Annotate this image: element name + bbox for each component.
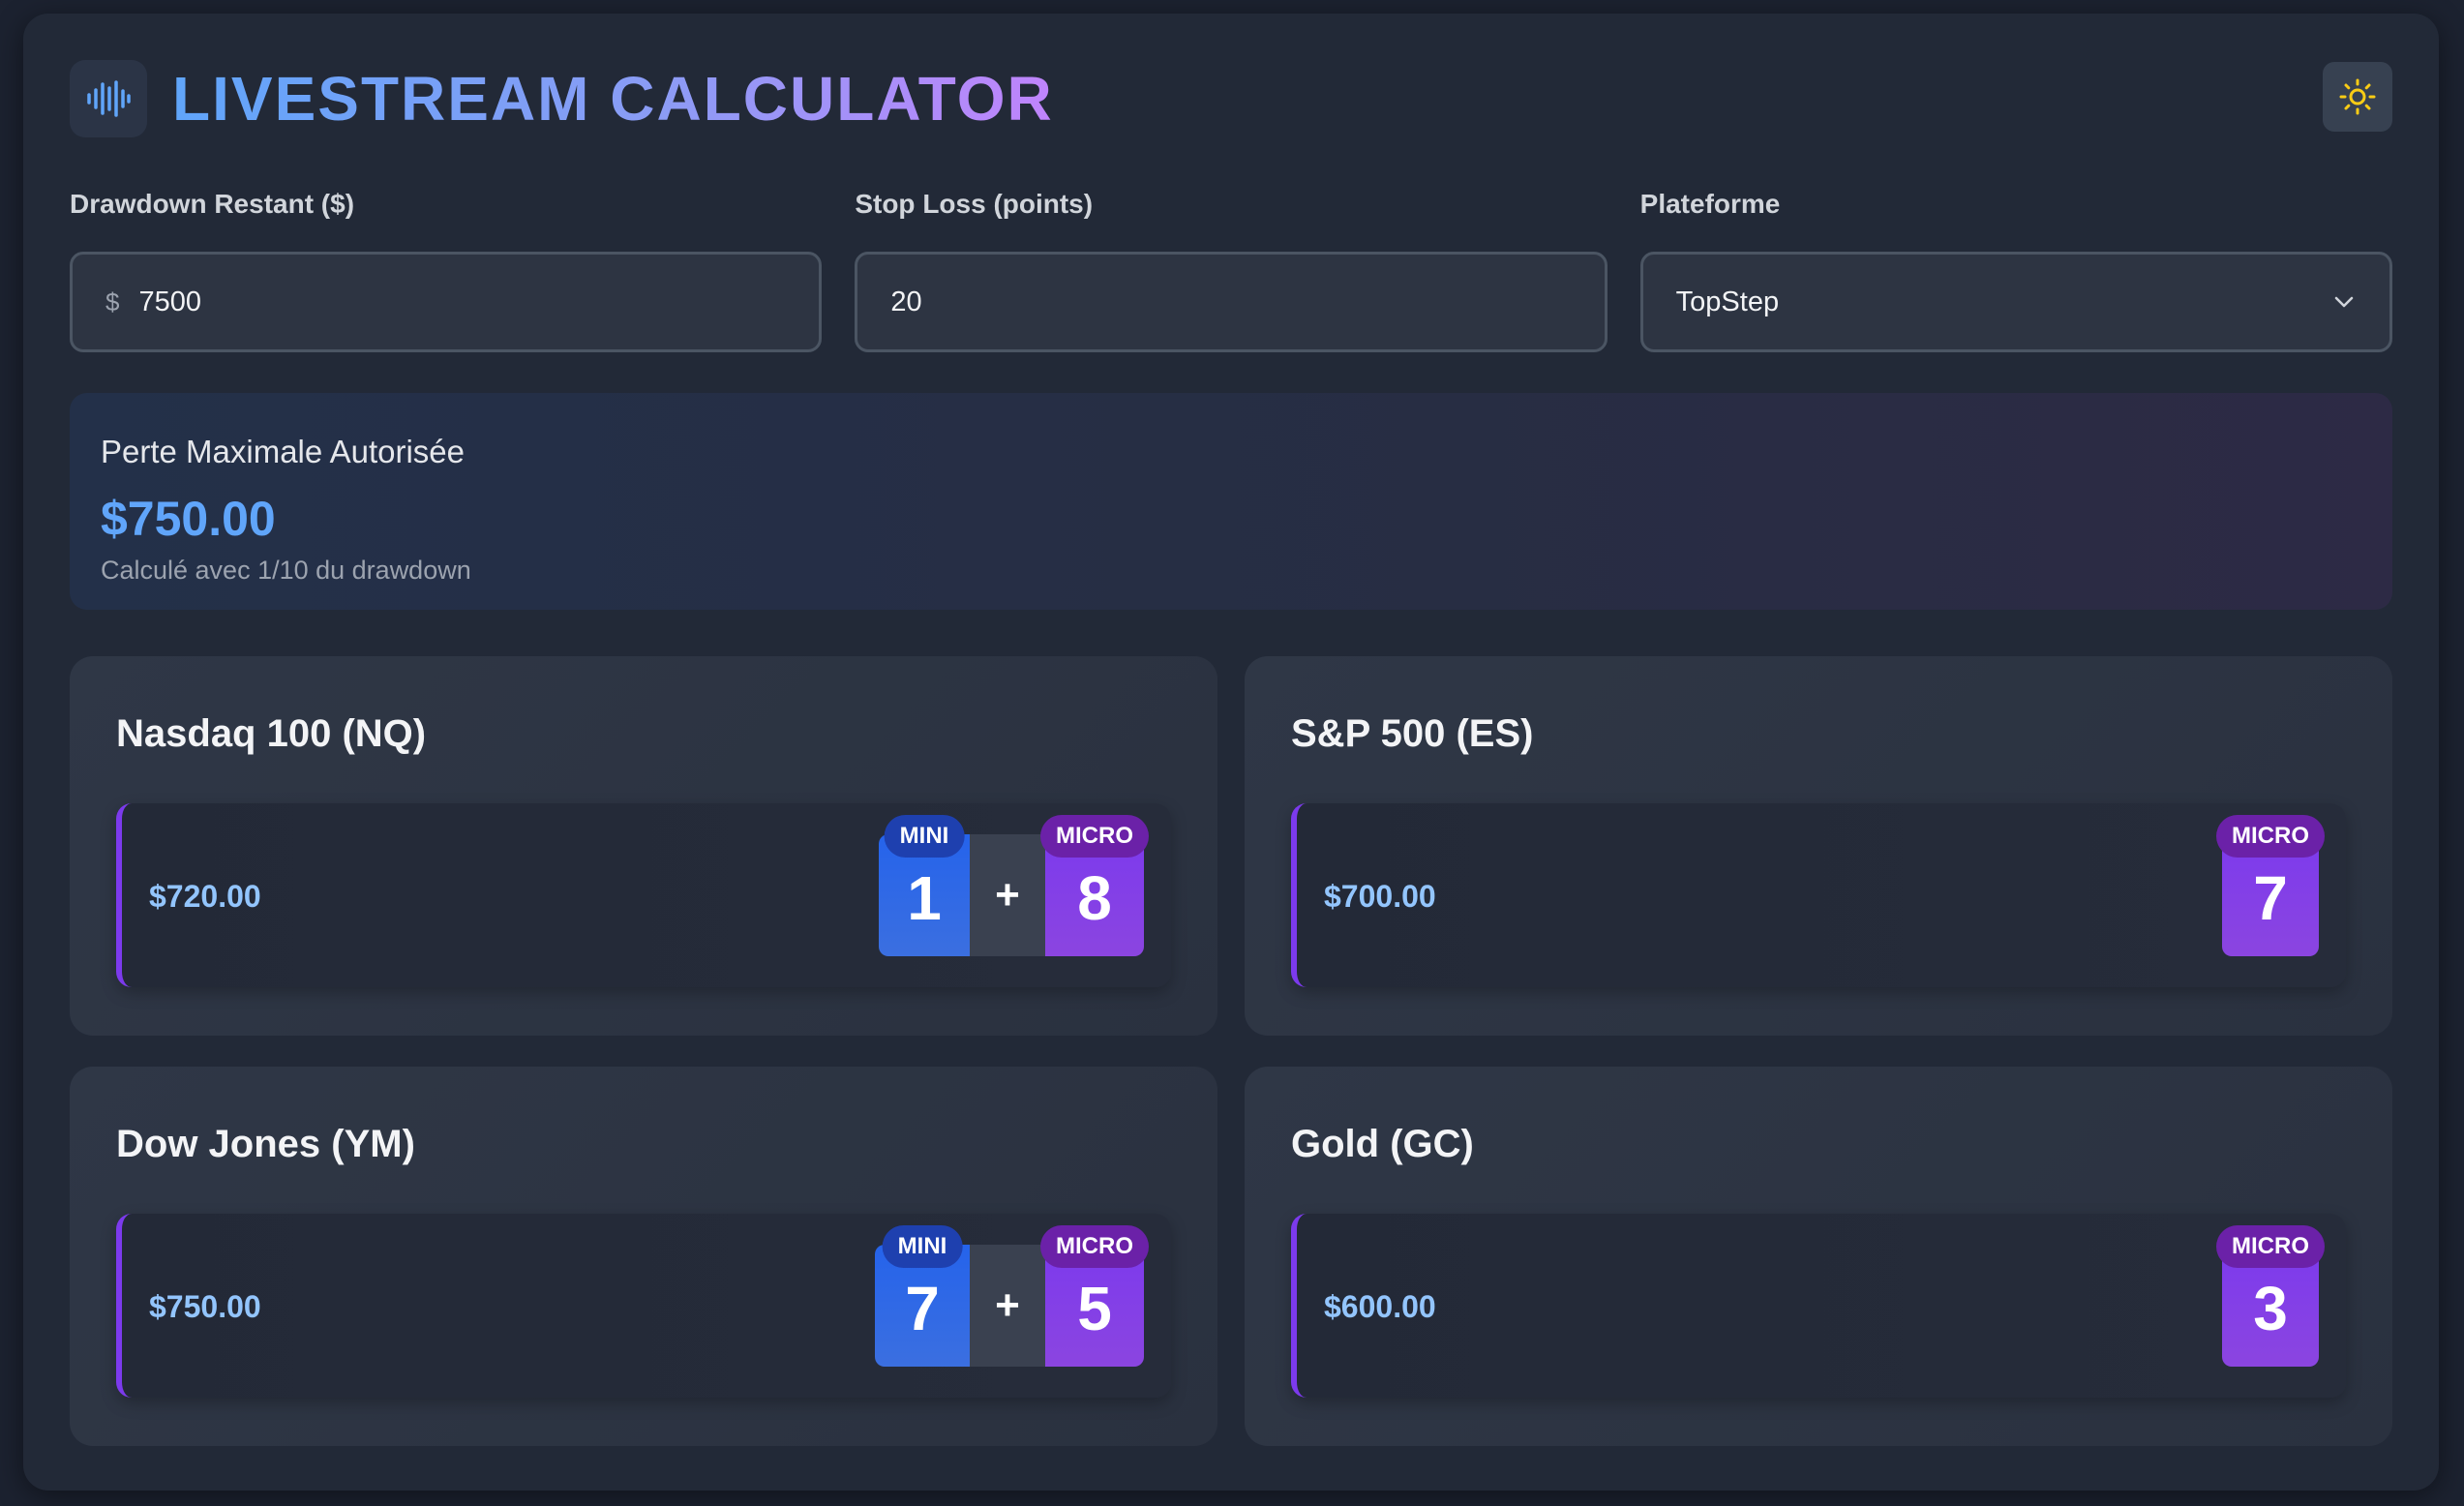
instrument-card-gc: Gold (GC) $600.00 MICRO 3	[1245, 1067, 2392, 1446]
contract-combo: MINI 7 + MICRO 5	[875, 1225, 1149, 1367]
stoploss-value: 20	[890, 286, 922, 317]
max-loss-value: $750.00	[101, 492, 276, 546]
card-title: Dow Jones (YM)	[116, 1123, 415, 1165]
theme-toggle-button[interactable]	[2323, 62, 2392, 132]
micro-count: 5	[1077, 1274, 1112, 1343]
max-loss-summary: Perte Maximale Autorisée $750.00 Calculé…	[70, 393, 2392, 610]
drawdown-field: Drawdown Restant ($) $ 7500	[70, 188, 823, 352]
drawdown-value: 7500	[138, 286, 201, 317]
micro-count: 3	[2253, 1274, 2288, 1343]
micro-contracts: MICRO 3	[2216, 1225, 2325, 1367]
chevron-down-icon	[2334, 296, 2354, 308]
micro-badge: MICRO	[2216, 1225, 2325, 1268]
instrument-card-es: S&P 500 (ES) $700.00 MICRO 7	[1245, 656, 2392, 1036]
stoploss-field: Stop Loss (points) 20	[855, 188, 1608, 352]
micro-contracts: MICRO 7	[2216, 815, 2325, 956]
stoploss-input[interactable]: 20	[855, 252, 1608, 352]
contract-combo: MICRO 3	[2216, 1225, 2325, 1367]
card-title: Gold (GC)	[1291, 1123, 1474, 1165]
app-title: LIVESTREAM CALCULATOR	[172, 64, 1054, 134]
platform-value: TopStep	[1675, 286, 1780, 317]
mini-count: 7	[905, 1274, 940, 1343]
micro-badge: MICRO	[1040, 815, 1149, 858]
input-fields: Drawdown Restant ($) $ 7500 Stop Loss (p…	[70, 188, 2392, 352]
calculator-window: LIVESTREAM CALCULATOR Drawdown Restant (…	[23, 14, 2439, 1491]
risk-amount: $750.00	[149, 1289, 261, 1324]
max-loss-label: Perte Maximale Autorisée	[101, 434, 466, 469]
risk-amount: $720.00	[149, 879, 261, 914]
micro-badge: MICRO	[1040, 1225, 1149, 1268]
plus-separator: +	[970, 1245, 1045, 1367]
platform-select[interactable]: TopStep	[1639, 252, 2392, 352]
plus-separator: +	[970, 834, 1045, 956]
contract-combo: MINI 1 + MICRO 8	[879, 815, 1149, 956]
platform-label: Plateforme	[1639, 189, 1781, 219]
audio-waveform-icon	[70, 60, 147, 137]
card-title: S&P 500 (ES)	[1291, 712, 1534, 755]
position-row: $720.00 MINI 1 + MICRO 8	[116, 803, 1171, 987]
sun-icon	[2339, 78, 2376, 115]
position-row: $600.00 MICRO 3	[1291, 1214, 2346, 1398]
position-row: $750.00 MINI 7 + MICRO 5	[116, 1214, 1171, 1398]
instrument-card-ym: Dow Jones (YM) $750.00 MINI 7 + MICRO 5	[70, 1067, 1217, 1446]
mini-count: 1	[907, 863, 942, 933]
micro-count: 7	[2253, 863, 2288, 933]
dollar-prefix: $	[105, 286, 120, 316]
micro-count: 8	[1077, 863, 1112, 933]
plus-sign: +	[995, 871, 1020, 919]
micro-contracts: MICRO 8	[1040, 815, 1149, 956]
plus-sign: +	[995, 1281, 1020, 1329]
drawdown-input[interactable]: $ 7500	[70, 252, 823, 352]
mini-contracts: MINI 7	[875, 1225, 970, 1367]
risk-amount: $600.00	[1324, 1289, 1436, 1324]
mini-badge: MINI	[884, 815, 965, 858]
header: LIVESTREAM CALCULATOR	[70, 60, 2392, 137]
instrument-card-nq: Nasdaq 100 (NQ) $720.00 MINI 1 + MICRO 8	[70, 656, 1217, 1036]
micro-contracts: MICRO 5	[1040, 1225, 1149, 1367]
max-loss-note: Calculé avec 1/10 du drawdown	[101, 556, 471, 585]
risk-amount: $700.00	[1324, 879, 1436, 914]
drawdown-label: Drawdown Restant ($)	[70, 189, 355, 219]
platform-field: Plateforme TopStep	[1639, 188, 2392, 352]
stoploss-label: Stop Loss (points)	[855, 189, 1094, 219]
position-row: $700.00 MICRO 7	[1291, 803, 2346, 987]
contract-combo: MICRO 7	[2216, 815, 2325, 956]
mini-badge: MINI	[882, 1225, 963, 1268]
card-title: Nasdaq 100 (NQ)	[116, 712, 427, 755]
micro-badge: MICRO	[2216, 815, 2325, 858]
mini-contracts: MINI 1	[879, 815, 970, 956]
